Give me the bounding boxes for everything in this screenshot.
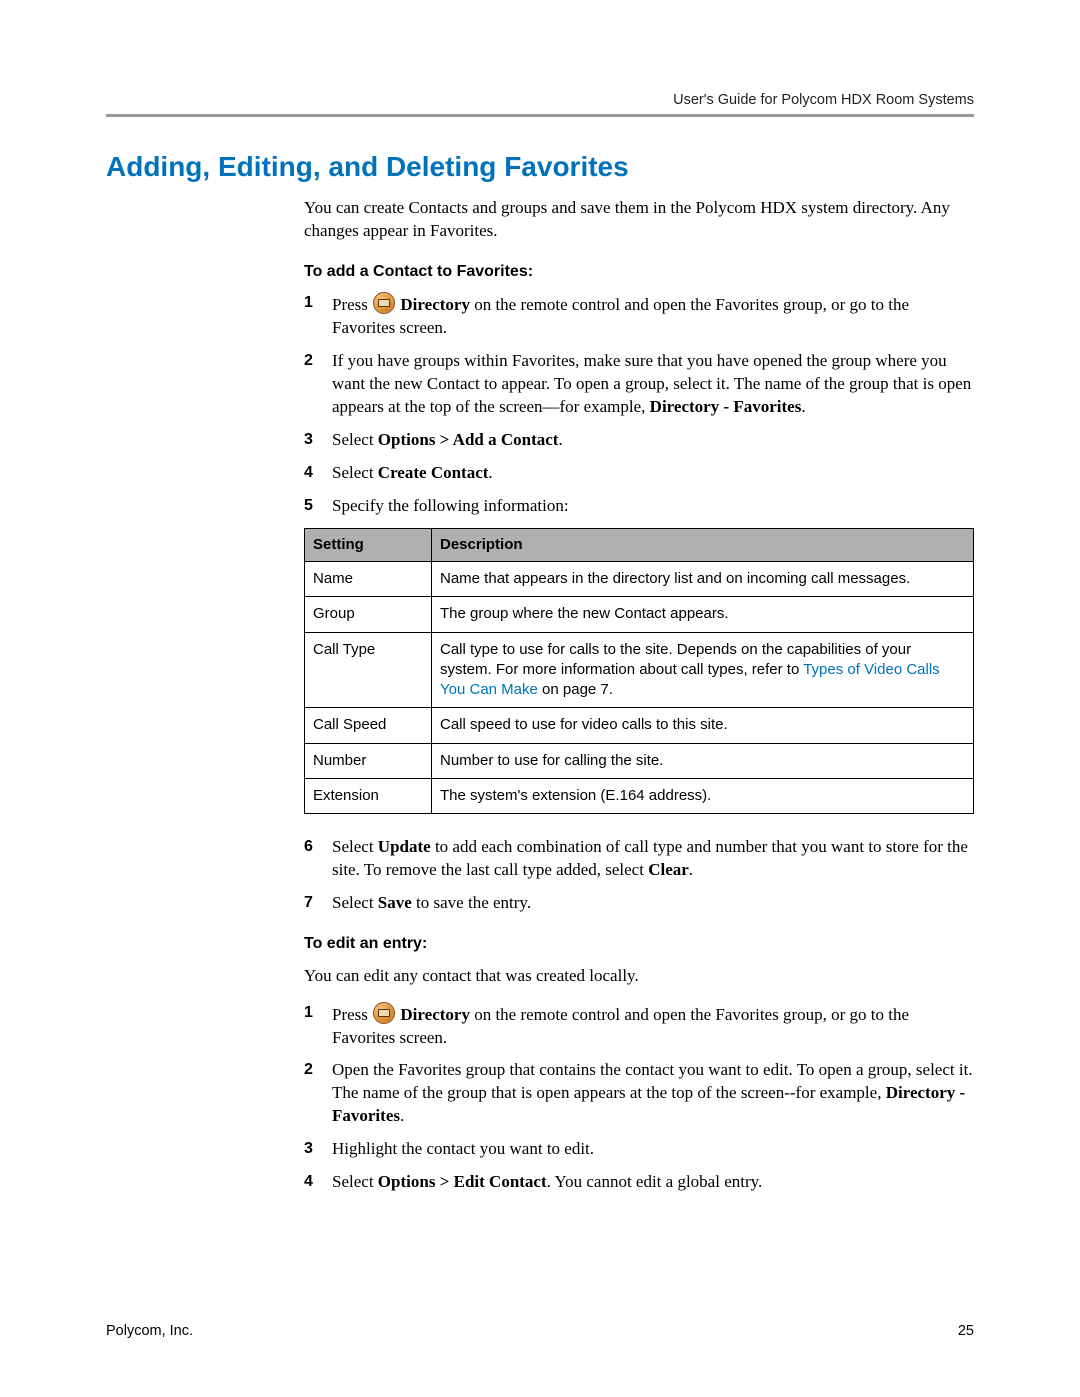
step-text: Open the Favorites group that contains t… [332,1059,974,1128]
step-number: 3 [304,429,332,452]
table-cell: Call Type [305,632,432,708]
list-item: 1 Press Directory on the remote control … [304,292,974,340]
text-span: . You cannot edit a global entry. [547,1172,763,1191]
table-cell: The group where the new Contact appears. [432,597,974,632]
subhead-add: To add a Contact to Favorites: [304,261,974,283]
step-number: 3 [304,1138,332,1161]
page: User's Guide for Polycom HDX Room System… [0,0,1080,1397]
step-text: Select Save to save the entry. [332,892,974,915]
table-row: Group The group where the new Contact ap… [305,597,974,632]
step-number: 5 [304,495,332,518]
text-span: Select [332,893,378,912]
step-text: Highlight the contact you want to edit. [332,1138,974,1161]
text-span: to save the entry. [412,893,531,912]
table-header: Setting [305,528,432,561]
text-bold: Create Contact [378,463,489,482]
table-cell: Call speed to use for video calls to thi… [432,708,974,743]
step-number: 4 [304,462,332,485]
text-span: Select [332,430,378,449]
step-text: Select Options > Add a Contact. [332,429,974,452]
list-item: 7 Select Save to save the entry. [304,892,974,915]
edit-steps: 1 Press Directory on the remote control … [304,1002,974,1195]
settings-table: Setting Description Name Name that appea… [304,528,974,814]
table-cell: Number [305,743,432,778]
step-number: 7 [304,892,332,915]
text-span: . [801,397,805,416]
list-item: 6 Select Update to add each combination … [304,836,974,882]
table-row: Call Speed Call speed to use for video c… [305,708,974,743]
list-item: 4 Select Create Contact. [304,462,974,485]
body-column: You can create Contacts and groups and s… [304,197,974,1194]
text-span: Select [332,463,378,482]
text-span: . [488,463,492,482]
edit-intro: You can edit any contact that was create… [304,965,974,988]
table-cell: Name that appears in the directory list … [432,562,974,597]
page-number: 25 [958,1323,974,1339]
table-cell: The system's extension (E.164 address). [432,778,974,813]
step-text: Select Options > Edit Contact. You canno… [332,1171,974,1194]
text-span: . [689,860,693,879]
table-row: Number Number to use for calling the sit… [305,743,974,778]
text-bold: Clear [648,860,689,879]
list-item: 2 If you have groups within Favorites, m… [304,350,974,419]
text-bold: Save [378,893,412,912]
table-cell: Number to use for calling the site. [432,743,974,778]
intro-paragraph: You can create Contacts and groups and s… [304,197,974,243]
list-item: 3 Select Options > Add a Contact. [304,429,974,452]
text-span: Select [332,1172,378,1191]
text-bold: Options > Add a Contact [378,430,559,449]
step-text: Select Update to add each combination of… [332,836,974,882]
text-span: Press [332,295,372,314]
add-steps-continued: 6 Select Update to add each combination … [304,836,974,915]
list-item: 2 Open the Favorites group that contains… [304,1059,974,1128]
directory-icon [373,1002,395,1024]
subhead-edit: To edit an entry: [304,933,974,955]
table-row: Call Type Call type to use for calls to … [305,632,974,708]
step-text: Press Directory on the remote control an… [332,292,974,340]
list-item: 5 Specify the following information: [304,495,974,518]
text-span: on page 7. [538,681,613,698]
text-span: Select [332,837,378,856]
list-item: 3 Highlight the contact you want to edit… [304,1138,974,1161]
table-cell: Call type to use for calls to the site. … [432,632,974,708]
text-bold: Directory [396,1005,470,1024]
list-item: 4 Select Options > Edit Contact. You can… [304,1171,974,1194]
text-bold: Options > Edit Contact [378,1172,547,1191]
footer-left: Polycom, Inc. [106,1323,193,1339]
table-header-row: Setting Description [305,528,974,561]
table-cell: Name [305,562,432,597]
table-cell: Extension [305,778,432,813]
list-item: 1 Press Directory on the remote control … [304,1002,974,1050]
text-span: . [400,1106,404,1125]
section-title: Adding, Editing, and Deleting Favorites [106,151,974,183]
step-text: Select Create Contact. [332,462,974,485]
step-text: If you have groups within Favorites, mak… [332,350,974,419]
table-cell: Group [305,597,432,632]
add-steps: 1 Press Directory on the remote control … [304,292,974,518]
directory-icon [373,292,395,314]
running-head: User's Guide for Polycom HDX Room System… [106,92,974,108]
step-number: 2 [304,350,332,419]
step-number: 1 [304,292,332,340]
text-bold: Update [378,837,431,856]
step-text: Specify the following information: [332,495,974,518]
step-number: 1 [304,1002,332,1050]
step-text: Press Directory on the remote control an… [332,1002,974,1050]
text-bold: Directory [396,295,470,314]
table-row: Extension The system's extension (E.164 … [305,778,974,813]
footer: Polycom, Inc. 25 [106,1323,974,1339]
step-number: 4 [304,1171,332,1194]
text-span: Press [332,1005,372,1024]
table-row: Name Name that appears in the directory … [305,562,974,597]
header-rule [106,114,974,117]
step-number: 6 [304,836,332,882]
table-header: Description [432,528,974,561]
step-number: 2 [304,1059,332,1128]
text-span: Open the Favorites group that contains t… [332,1060,973,1102]
text-span: . [558,430,562,449]
table-cell: Call Speed [305,708,432,743]
text-bold: Directory - Favorites [650,397,802,416]
